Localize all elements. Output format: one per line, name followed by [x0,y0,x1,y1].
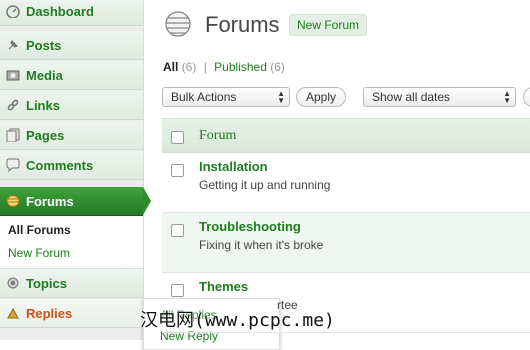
bulk-actions-select[interactable]: Bulk Actions ▲ ▼ [162,87,290,107]
menu-label: Replies [26,305,73,321]
dashboard-icon [5,3,21,19]
forums-submenu: All Forums New Forum [0,216,143,269]
pages-icon [5,127,21,143]
admin-sidebar: Dashboard Posts Media Links Pages Commen… [0,0,151,340]
menu-item-replies[interactable]: Replies [0,299,143,328]
menu-item-media[interactable]: Media [0,61,143,90]
view-published[interactable]: Published [214,60,267,74]
topics-icon [5,275,21,291]
submenu-all-forums[interactable]: All Forums [8,223,71,237]
watermark-text: 汉电网(www.pcpc.me) [140,310,335,331]
main-content: Forums New Forum All (6) | Published (6)… [162,0,530,340]
updown-arrow-icon: ▲ ▼ [277,89,285,105]
table-header: Forum [162,118,530,153]
menu-item-dashboard[interactable]: Dashboard [0,0,143,26]
menu-item-links[interactable]: Links [0,91,143,120]
menu-label: Forums [26,193,74,209]
menu-label: Links [26,97,60,113]
menu-label: Dashboard [26,3,94,19]
menu-label: Topics [26,275,67,291]
menu-item-forums[interactable]: Forums [0,187,151,216]
row-checkbox[interactable] [171,224,184,237]
date-filter-select[interactable]: Show all dates ▲ ▼ [363,87,516,107]
replies-icon [5,305,21,321]
table-row: Installation Getting it up and running [162,153,530,213]
select-all-checkbox[interactable] [171,131,184,144]
media-icon [5,67,21,83]
apply-button[interactable]: Apply [296,87,347,107]
submenu-new-forum[interactable]: New Forum [8,246,70,260]
date-filter-value: Show all dates [372,90,451,104]
forum-icon [5,193,21,209]
row-description: Getting it up and running [199,178,331,192]
view-all[interactable]: All [163,60,178,74]
menu-item-comments[interactable]: Comments [0,151,143,180]
menu-label: Posts [26,37,62,53]
row-checkbox[interactable] [171,284,184,297]
menu-label: Pages [26,127,65,143]
new-forum-button[interactable]: New Forum [289,14,368,36]
view-separator: | [203,60,207,74]
row-title[interactable]: Installation [199,159,268,174]
forum-icon [163,9,193,42]
bulk-actions-value: Bulk Actions [171,90,237,104]
row-title[interactable]: Themes [199,279,248,294]
comment-icon [5,157,21,173]
menu-item-posts[interactable]: Posts [0,31,143,60]
row-checkbox[interactable] [171,164,184,177]
view-filters: All (6) | Published (6) [163,60,285,74]
link-icon [5,97,21,113]
menu-label: Comments [26,157,94,173]
updown-arrow-icon: ▲ ▼ [503,89,511,105]
filter-button[interactable] [523,87,530,107]
table-row: Troubleshooting Fixing it when it's brok… [162,213,530,273]
row-title[interactable]: Troubleshooting [199,219,301,234]
menu-item-pages[interactable]: Pages [0,121,143,150]
pin-icon [5,37,21,53]
menu-item-topics[interactable]: Topics [0,269,143,298]
menu-label: Media [26,67,63,83]
row-description: Fixing it when it's broke [199,238,324,252]
column-forum[interactable]: Forum [199,128,236,144]
page-title: Forums [205,12,280,37]
view-published-count: (6) [270,60,285,74]
view-all-count: (6) [181,60,197,74]
